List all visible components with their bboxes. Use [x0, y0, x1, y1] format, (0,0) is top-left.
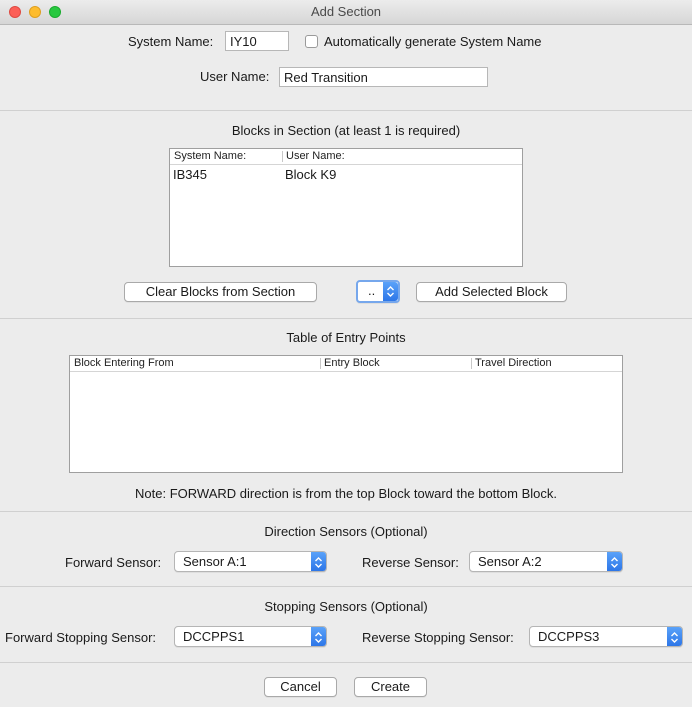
create-button[interactable]: Create [354, 677, 427, 697]
row-system-name: IB345 [173, 167, 207, 182]
dropdown-stepper-icon [311, 552, 326, 571]
block-selector-value: .. [368, 283, 376, 298]
forward-sensor-label: Forward Sensor: [65, 555, 162, 570]
divider [0, 110, 692, 111]
auto-generate-label: Automatically generate System Name [324, 34, 542, 49]
forward-sensor-dropdown[interactable]: Sensor A:1 [174, 551, 327, 572]
user-name-label: User Name: [200, 69, 270, 84]
auto-generate-checkbox[interactable] [305, 35, 318, 48]
forward-stopping-sensor-dropdown[interactable]: DCCPPS1 [174, 626, 327, 647]
reverse-sensor-value: Sensor A:2 [478, 554, 542, 569]
divider [0, 511, 692, 512]
column-header-system-name[interactable]: System Name: [174, 150, 246, 162]
direction-sensors-heading: Direction Sensors (Optional) [264, 524, 428, 539]
reverse-stopping-sensor-value: DCCPPS3 [538, 629, 600, 644]
dropdown-stepper-icon [311, 627, 326, 646]
forward-stopping-sensor-label: Forward Stopping Sensor: [5, 630, 157, 645]
dropdown-stepper-icon [607, 552, 622, 571]
system-name-input[interactable]: IY10 [225, 31, 289, 51]
divider [0, 318, 692, 319]
direction-note: Note: FORWARD direction is from the top … [135, 486, 557, 501]
dropdown-stepper-icon [383, 282, 398, 301]
user-name-input[interactable]: Red Transition [279, 67, 488, 87]
system-name-label: System Name: [128, 34, 214, 49]
reverse-stopping-sensor-label: Reverse Stopping Sensor: [362, 630, 514, 645]
column-header-entry-block[interactable]: Entry Block [324, 357, 380, 369]
divider [0, 662, 692, 663]
column-divider [320, 358, 321, 369]
entry-points-table[interactable]: Block Entering From Entry Block Travel D… [69, 355, 623, 473]
forward-stopping-sensor-value: DCCPPS1 [183, 629, 245, 644]
reverse-stopping-sensor-dropdown[interactable]: DCCPPS3 [529, 626, 683, 647]
row-user-name: Block K9 [285, 167, 337, 182]
cancel-button[interactable]: Cancel [264, 677, 337, 697]
reverse-sensor-label: Reverse Sensor: [362, 555, 459, 570]
dropdown-stepper-icon [667, 627, 682, 646]
reverse-sensor-dropdown[interactable]: Sensor A:2 [469, 551, 623, 572]
column-header-block-entering-from[interactable]: Block Entering From [74, 357, 174, 369]
blocks-heading: Blocks in Section (at least 1 is require… [231, 123, 461, 138]
forward-sensor-value: Sensor A:1 [183, 554, 247, 569]
block-selector-dropdown[interactable]: .. [356, 280, 400, 303]
window-title: Add Section [310, 4, 382, 19]
stopping-sensors-heading: Stopping Sensors (Optional) [264, 599, 428, 614]
entry-points-table-header: Block Entering From Entry Block Travel D… [70, 356, 622, 372]
blocks-table-header: System Name: User Name: [170, 149, 522, 165]
add-selected-block-button[interactable]: Add Selected Block [416, 282, 567, 302]
column-divider [282, 151, 283, 162]
clear-blocks-button[interactable]: Clear Blocks from Section [124, 282, 317, 302]
blocks-table[interactable]: System Name: User Name: IB345 Block K9 [169, 148, 523, 267]
column-divider [471, 358, 472, 369]
column-header-travel-direction[interactable]: Travel Direction [475, 357, 552, 369]
column-header-user-name[interactable]: User Name: [286, 150, 345, 162]
divider [0, 586, 692, 587]
entry-points-heading: Table of Entry Points [286, 330, 406, 345]
